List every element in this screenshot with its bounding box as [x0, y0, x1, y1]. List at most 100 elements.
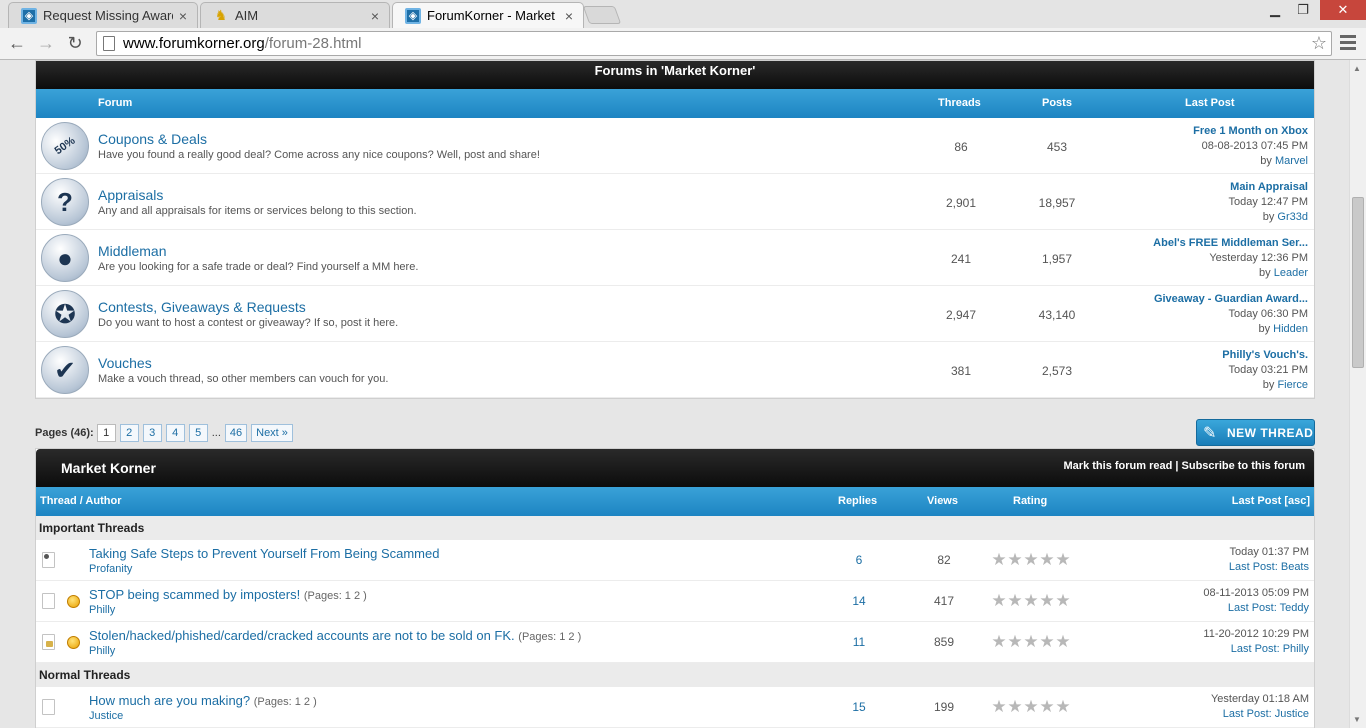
- rating-star-icon[interactable]: ★: [1023, 592, 1039, 609]
- last-post-prefix-link[interactable]: Last Post:: [1228, 602, 1277, 614]
- last-post-title-link[interactable]: Main Appraisal: [1229, 180, 1308, 195]
- col-replies[interactable]: Replies: [838, 495, 877, 507]
- scroll-up-icon[interactable]: ▲: [1353, 64, 1361, 73]
- thread-author-link[interactable]: Philly: [89, 645, 115, 657]
- scroll-down-icon[interactable]: ▼: [1353, 715, 1361, 724]
- thread-author-link[interactable]: Philly: [89, 604, 115, 616]
- tab-close-icon[interactable]: ×: [179, 8, 187, 24]
- thread-pages[interactable]: (Pages: 1 2 ): [518, 631, 581, 643]
- scroll-thumb[interactable]: [1352, 197, 1364, 368]
- rating-star-icon[interactable]: ★: [1007, 551, 1023, 568]
- thread-title-link[interactable]: STOP being scammed by imposters!: [89, 587, 300, 602]
- forum-title-link[interactable]: Vouches: [98, 355, 152, 371]
- thread-title-link[interactable]: How much are you making?: [89, 693, 250, 708]
- thread-rating[interactable]: ★ ★ ★ ★ ★: [991, 698, 1071, 715]
- last-post-title-link[interactable]: Giveaway - Guardian Award...: [1154, 292, 1308, 307]
- col-views[interactable]: Views: [927, 495, 958, 507]
- reload-icon[interactable]: ↻: [63, 32, 87, 54]
- last-post-title-link[interactable]: Abel's FREE Middleman Ser...: [1153, 236, 1308, 251]
- last-post-prefix-link[interactable]: Last Post:: [1229, 561, 1278, 573]
- forward-arrow-icon[interactable]: →: [34, 32, 58, 54]
- rating-star-icon[interactable]: ★: [1055, 551, 1071, 568]
- thread-pages[interactable]: (Pages: 1 2 ): [254, 696, 317, 708]
- browser-menu-icon[interactable]: [1340, 35, 1356, 51]
- last-post-by: by: [1258, 323, 1271, 335]
- rating-star-icon[interactable]: ★: [1007, 633, 1023, 650]
- last-post-user-link[interactable]: Philly: [1283, 643, 1309, 655]
- tab-close-icon[interactable]: ×: [565, 8, 573, 24]
- last-post-user-link[interactable]: Justice: [1275, 708, 1309, 720]
- last-post-user-link[interactable]: Leader: [1274, 267, 1308, 279]
- window-close-icon[interactable]: ✕: [1320, 0, 1366, 20]
- rating-star-icon[interactable]: ★: [1055, 698, 1071, 715]
- thread-pages[interactable]: (Pages: 1 2 ): [304, 590, 367, 602]
- rating-star-icon[interactable]: ★: [1023, 698, 1039, 715]
- rating-star-icon[interactable]: ★: [1055, 633, 1071, 650]
- forum-title-link[interactable]: Appraisals: [98, 187, 163, 203]
- tab-close-icon[interactable]: ×: [371, 8, 379, 24]
- forum-title-link[interactable]: Middleman: [98, 243, 166, 259]
- rating-star-icon[interactable]: ★: [1007, 698, 1023, 715]
- thread-author-link[interactable]: Justice: [89, 710, 123, 722]
- subscribe-forum-link[interactable]: Subscribe to this forum: [1182, 460, 1305, 472]
- col-rating[interactable]: Rating: [1013, 495, 1047, 507]
- rating-star-icon[interactable]: ★: [991, 551, 1007, 568]
- rating-star-icon[interactable]: ★: [1007, 592, 1023, 609]
- browser-tab-request-missing-awards[interactable]: ◈ Request Missing Awards ×: [8, 2, 198, 28]
- last-post-prefix-link[interactable]: Last Post:: [1231, 643, 1280, 655]
- minimize-icon[interactable]: ▁: [1262, 0, 1288, 20]
- mark-forum-read-link[interactable]: Mark this forum read: [1064, 460, 1173, 472]
- last-post-prefix-link[interactable]: Last Post:: [1223, 708, 1272, 720]
- forum-thread-count: 2,947: [945, 308, 977, 322]
- page-scrollbar[interactable]: ▲ ▼: [1349, 60, 1366, 728]
- forum-title-link[interactable]: Contests, Giveaways & Requests: [98, 299, 306, 315]
- thread-replies-link[interactable]: 14: [829, 594, 889, 608]
- page-5-link[interactable]: 5: [188, 424, 208, 442]
- last-post-date: 08-08-2013 07:45 PM: [1201, 140, 1308, 152]
- address-bar[interactable]: www.forumkorner.org/forum-28.html ☆: [96, 31, 1332, 56]
- thread-replies-link[interactable]: 6: [829, 553, 889, 567]
- forum-description: Do you want to host a contest or giveawa…: [98, 317, 399, 329]
- last-post-user-link[interactable]: Beats: [1281, 561, 1309, 573]
- thread-author-link[interactable]: Profanity: [89, 563, 132, 575]
- last-post-title-link[interactable]: Philly's Vouch's.: [1222, 348, 1308, 363]
- browser-tab-aim[interactable]: ♞ AIM ×: [200, 2, 390, 28]
- rating-star-icon[interactable]: ★: [991, 592, 1007, 609]
- new-tab-button[interactable]: [582, 6, 622, 24]
- col-last-post-asc[interactable]: Last Post [asc]: [1232, 495, 1310, 507]
- rating-star-icon[interactable]: ★: [1039, 551, 1055, 568]
- rating-star-icon[interactable]: ★: [1055, 592, 1071, 609]
- new-thread-button[interactable]: ✎ NEW THREAD: [1196, 419, 1315, 446]
- rating-star-icon[interactable]: ★: [1039, 592, 1055, 609]
- thread-rating[interactable]: ★ ★ ★ ★ ★: [991, 551, 1071, 568]
- thread-replies-link[interactable]: 11: [829, 635, 889, 649]
- col-thread-author[interactable]: Thread / Author: [40, 495, 121, 507]
- rating-star-icon[interactable]: ★: [1023, 551, 1039, 568]
- thread-title-link[interactable]: Stolen/hacked/phished/carded/cracked acc…: [89, 628, 515, 643]
- last-post-user-link[interactable]: Marvel: [1275, 155, 1308, 167]
- last-post-user-link[interactable]: Hidden: [1273, 323, 1308, 335]
- last-post-user-link[interactable]: Fierce: [1277, 379, 1308, 391]
- rating-star-icon[interactable]: ★: [991, 633, 1007, 650]
- page-4-link[interactable]: 4: [165, 424, 185, 442]
- back-arrow-icon[interactable]: ←: [5, 32, 29, 54]
- rating-star-icon[interactable]: ★: [1039, 698, 1055, 715]
- browser-tab-forumkorner[interactable]: ◈ ForumKorner - Market Kor ×: [392, 2, 584, 28]
- thread-replies-link[interactable]: 15: [829, 700, 889, 714]
- page-last-link[interactable]: 46: [224, 424, 248, 442]
- thread-rating[interactable]: ★ ★ ★ ★ ★: [991, 592, 1071, 609]
- last-post-title-link[interactable]: Free 1 Month on Xbox: [1193, 124, 1308, 139]
- next-page-link[interactable]: Next »: [251, 424, 293, 442]
- page-3-link[interactable]: 3: [142, 424, 162, 442]
- thread-rating[interactable]: ★ ★ ★ ★ ★: [991, 633, 1071, 650]
- thread-title-link[interactable]: Taking Safe Steps to Prevent Yourself Fr…: [89, 546, 439, 561]
- last-post-user-link[interactable]: Teddy: [1280, 602, 1309, 614]
- rating-star-icon[interactable]: ★: [1023, 633, 1039, 650]
- forum-title-link[interactable]: Coupons & Deals: [98, 131, 207, 147]
- rating-star-icon[interactable]: ★: [1039, 633, 1055, 650]
- restore-icon[interactable]: ❐: [1290, 0, 1316, 20]
- rating-star-icon[interactable]: ★: [991, 698, 1007, 715]
- last-post-user-link[interactable]: Gr33d: [1277, 211, 1308, 223]
- bookmark-star-icon[interactable]: ☆: [1311, 33, 1327, 54]
- page-2-link[interactable]: 2: [119, 424, 139, 442]
